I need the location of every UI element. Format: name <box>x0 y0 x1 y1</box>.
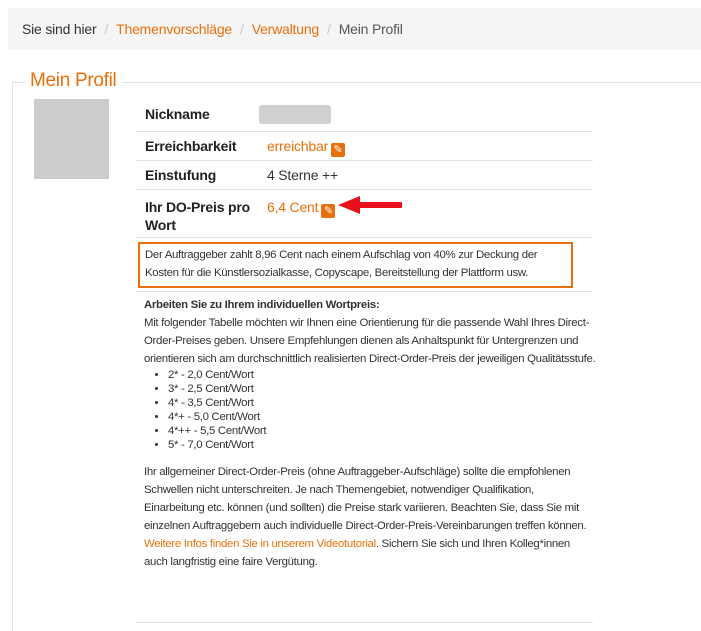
nickname-label: Nickname <box>145 106 210 122</box>
breadcrumb-separator: / <box>327 21 331 37</box>
fieldset-border <box>12 82 13 631</box>
breadcrumb-link-themenvorschlaege[interactable]: Themenvorschläge <box>116 21 232 37</box>
price-value[interactable]: 6,4 Cent <box>267 199 319 215</box>
red-arrow-icon <box>338 196 402 214</box>
list-item: 3* - 2,5 Cent/Wort <box>168 382 596 396</box>
list-item: 4* - 3,5 Cent/Wort <box>168 396 596 410</box>
list-item: 5* - 7,0 Cent/Wort <box>168 438 596 452</box>
info-outro-text: Ihr allgemeiner Direct-Order-Preis (ohne… <box>144 466 587 532</box>
info-intro: Mit folgender Tabelle möchten wir Ihnen … <box>144 317 596 365</box>
info-heading: Arbeiten Sie zu Ihrem individuellen Wort… <box>144 299 380 311</box>
breadcrumb-prefix: Sie sind hier <box>22 21 97 37</box>
pencil-icon[interactable]: ✎ <box>321 204 336 218</box>
price-label: Ihr DO-Preis pro Wort <box>145 198 250 234</box>
breadcrumb-separator: / <box>240 21 244 37</box>
fieldset-border <box>122 82 701 83</box>
nickname-value-redacted <box>259 105 331 124</box>
rating-value: 4 Sterne ++ <box>267 167 338 183</box>
list-item: 4*+ - 5,0 Cent/Wort <box>168 410 596 424</box>
reachability-value[interactable]: erreichbar <box>267 138 328 154</box>
breadcrumb-current: Mein Profil <box>338 21 403 37</box>
reachability-value-wrap: erreichbar ✎ <box>267 132 346 161</box>
reachability-label: Erreichbarkeit <box>145 138 237 154</box>
video-tutorial-link[interactable]: Weitere Infos finden Sie in unserem Vide… <box>144 538 376 550</box>
list-item: 4*++ - 5,5 Cent/Wort <box>168 424 596 438</box>
rating-row: Einstufung 4 Sterne ++ <box>136 160 593 190</box>
pencil-icon[interactable]: ✎ <box>331 143 346 157</box>
breadcrumb-separator: / <box>104 21 109 37</box>
reachability-row: Erreichbarkeit erreichbar ✎ <box>136 131 593 161</box>
nickname-row: Nickname <box>136 97 593 131</box>
divider <box>136 622 593 623</box>
price-notice: Der Auftraggeber zahlt 8,96 Cent nach ei… <box>138 242 573 288</box>
price-value-wrap: 6,4 Cent ✎ <box>267 198 336 218</box>
price-label-line2: Wort <box>145 217 176 233</box>
divider <box>136 291 593 292</box>
price-label-line1: Ihr DO-Preis pro <box>145 199 250 215</box>
fieldset-border <box>12 82 26 83</box>
info-outro: Ihr allgemeiner Direct-Order-Preis (ohne… <box>144 463 596 571</box>
avatar <box>34 99 109 179</box>
divider <box>136 237 593 238</box>
list-item: 2* - 2,0 Cent/Wort <box>168 368 596 382</box>
breadcrumb: Sie sind hier / Themenvorschläge / Verwaltun… <box>8 8 701 50</box>
rating-label: Einstufung <box>145 167 217 183</box>
price-info: Arbeiten Sie zu Ihrem individuellen Wort… <box>144 296 596 571</box>
price-list: 2* - 2,0 Cent/Wort 3* - 2,5 Cent/Wort 4*… <box>144 368 596 452</box>
section-title: Mein Profil <box>28 70 119 92</box>
breadcrumb-link-verwaltung[interactable]: Verwaltung <box>252 21 319 37</box>
